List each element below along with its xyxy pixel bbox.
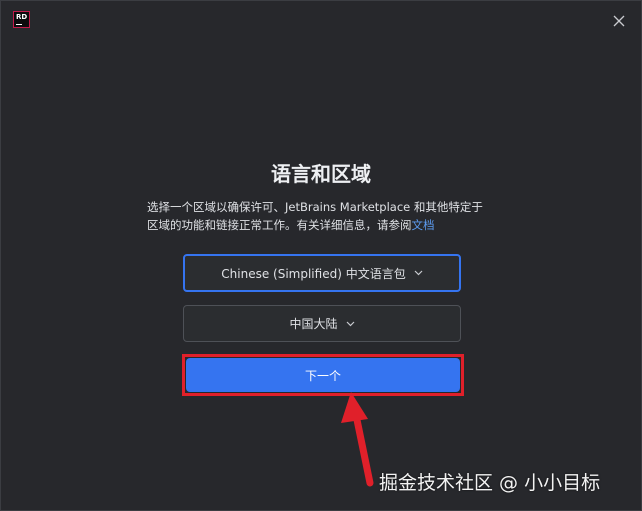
chevron-down-icon bbox=[346, 321, 355, 327]
logo-bar bbox=[16, 24, 22, 25]
language-select[interactable]: Chinese (Simplified) 中文语言包 bbox=[183, 254, 461, 292]
region-select[interactable]: 中国大陆 bbox=[183, 305, 461, 342]
language-select-value: Chinese (Simplified) 中文语言包 bbox=[221, 266, 406, 281]
chevron-down-icon bbox=[414, 270, 423, 276]
description-line-1: 选择一个区域以确保许可、JetBrains Marketplace 和其他特定于 bbox=[147, 200, 483, 214]
close-button[interactable] bbox=[609, 11, 629, 31]
next-button[interactable]: 下一个 bbox=[186, 358, 460, 392]
dialog-window: RD 语言和区域 选择一个区域以确保许可、JetBrains Marketpla… bbox=[0, 0, 642, 511]
dialog-description: 选择一个区域以确保许可、JetBrains Marketplace 和其他特定于… bbox=[147, 198, 507, 234]
rider-logo-icon: RD bbox=[13, 11, 30, 28]
docs-link[interactable]: 文档 bbox=[412, 218, 435, 232]
description-line-2: 区域的功能和链接正常工作。有关详细信息，请参阅文档 bbox=[147, 216, 507, 234]
watermark-text: 掘金技术社区 @ 小小目标 bbox=[379, 472, 601, 494]
next-button-label: 下一个 bbox=[304, 368, 341, 383]
region-select-value: 中国大陆 bbox=[289, 317, 338, 331]
description-text: 区域的功能和链接正常工作。有关详细信息，请参阅 bbox=[147, 218, 412, 232]
dialog-title: 语言和区域 bbox=[271, 162, 371, 186]
red-arrow-annotation bbox=[341, 392, 374, 487]
close-icon bbox=[613, 15, 625, 27]
logo-text: RD bbox=[16, 13, 28, 21]
